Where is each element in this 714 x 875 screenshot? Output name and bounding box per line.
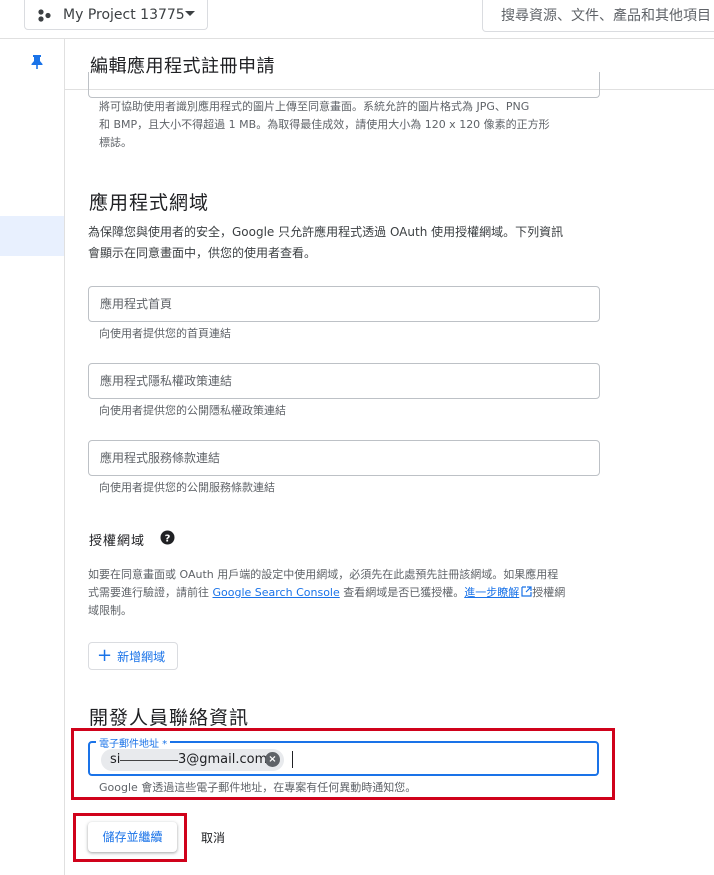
app-homepage-hint: 向使用者提供您的首頁連結 bbox=[99, 327, 231, 340]
auth-desc-line: 如要在同意畫面或 OAuth 用戶端的設定中使用網域，必須先在此處預先註冊該網域… bbox=[88, 568, 559, 581]
add-domain-button[interactable]: + 新增網域 bbox=[88, 642, 178, 670]
privacy-policy-hint: 向使用者提供您的公開隱私權政策連結 bbox=[99, 404, 286, 417]
terms-of-service-input[interactable] bbox=[89, 441, 599, 475]
search-field[interactable] bbox=[482, 0, 714, 32]
auth-desc-line: 域限制。 bbox=[88, 604, 132, 617]
project-selector[interactable]: My Project 13775 bbox=[24, 0, 208, 30]
logo-hint-line: 將可協助使用者識別應用程式的圖片上傳至同意畫面。系統允許的圖片格式為 JPG、P… bbox=[99, 100, 530, 113]
app-domain-title: 應用程式網域 bbox=[89, 192, 210, 214]
nav-item-active[interactable] bbox=[0, 216, 64, 256]
pin-icon[interactable] bbox=[30, 54, 44, 70]
svg-text:?: ? bbox=[165, 533, 171, 544]
authorized-domains-title: 授權網域 bbox=[89, 534, 146, 549]
auth-desc-line: 式需要進行驗證，請前往 Google Search Console 查看網域是否… bbox=[88, 584, 608, 602]
learn-more-link[interactable]: 進一步瞭解 bbox=[464, 586, 519, 599]
highlight-box-save bbox=[73, 813, 187, 862]
plus-icon: + bbox=[97, 645, 113, 666]
logo-hint-line: 標誌。 bbox=[99, 136, 132, 149]
app-domain-desc-line: 為保障您與使用者的安全，Google 只允許應用程式透過 OAuth 使用授權網… bbox=[88, 225, 564, 239]
project-name: My Project 13775 bbox=[63, 6, 185, 23]
authorized-domains-description: 如要在同意畫面或 OAuth 用戶端的設定中使用網域，必須先在此處預先註冊該網域… bbox=[88, 566, 608, 620]
app-domain-description: 為保障您與使用者的安全，Google 只允許應用程式透過 OAuth 使用授權網… bbox=[88, 222, 563, 264]
auth-desc-text: 查看網域是否已獲授權。 bbox=[339, 586, 465, 599]
privacy-policy-input[interactable] bbox=[89, 364, 599, 398]
auth-desc-text: 式需要進行驗證，請前往 bbox=[88, 586, 213, 599]
auth-desc-text: 授權網 bbox=[532, 586, 566, 599]
logo-hint: 將可協助使用者識別應用程式的圖片上傳至同意畫面。系統允許的圖片格式為 JPG、P… bbox=[99, 98, 550, 152]
app-domain-desc-line: 會顯示在同意畫面中，供您的使用者查看。 bbox=[88, 246, 317, 260]
app-homepage-input[interactable] bbox=[89, 287, 599, 321]
open-in-new-icon bbox=[521, 586, 532, 597]
google-search-console-link[interactable]: Google Search Console bbox=[213, 586, 340, 599]
developer-contact-title: 開發人員聯絡資訊 bbox=[89, 707, 250, 729]
left-nav-rail bbox=[0, 39, 65, 875]
logo-hint-line: 和 BMP，且大小不得超過 1 MB。為取得最佳成效，請使用大小為 120 x … bbox=[99, 118, 550, 131]
logo-upload-field[interactable] bbox=[88, 72, 600, 98]
help-circle-icon[interactable]: ? bbox=[160, 530, 175, 545]
privacy-policy-field[interactable] bbox=[88, 363, 600, 399]
terms-of-service-hint: 向使用者提供您的公開服務條款連結 bbox=[99, 481, 275, 494]
search-input[interactable] bbox=[483, 0, 714, 31]
highlight-box-email bbox=[71, 728, 615, 800]
app-homepage-field[interactable] bbox=[88, 286, 600, 322]
terms-of-service-field[interactable] bbox=[88, 440, 600, 476]
add-domain-label: 新增網域 bbox=[117, 649, 166, 664]
cancel-button[interactable]: 取消 bbox=[201, 829, 225, 846]
chevron-down-icon bbox=[185, 11, 195, 16]
project-icon bbox=[38, 8, 51, 22]
